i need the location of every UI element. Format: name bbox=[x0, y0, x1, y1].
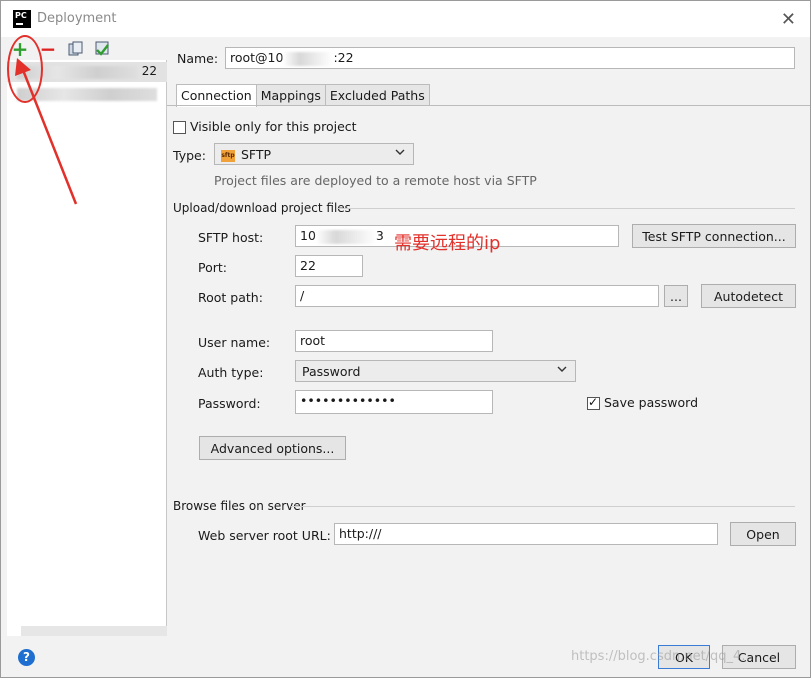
chevron-down-icon bbox=[395, 147, 405, 160]
name-label: Name: bbox=[177, 51, 219, 66]
tab-divider bbox=[167, 105, 810, 106]
annotation-text: 需要远程的ip bbox=[394, 233, 501, 254]
type-hint: Project files are deployed to a remote h… bbox=[214, 173, 537, 188]
pycharm-logo-icon: PC bbox=[13, 10, 31, 28]
upload-section-title: Upload/download project files bbox=[173, 201, 351, 215]
type-select[interactable]: sftp SFTP bbox=[214, 143, 414, 165]
visible-only-checkbox[interactable] bbox=[173, 121, 186, 134]
save-password-label: Save password bbox=[604, 395, 699, 410]
browse-section-title: Browse files on server bbox=[173, 499, 306, 513]
port-label: Port: bbox=[198, 260, 227, 275]
tab-mappings[interactable]: Mappings bbox=[255, 84, 326, 106]
name-suffix: :22 bbox=[333, 50, 354, 65]
title-bar: PC Deployment ✕ bbox=[1, 1, 810, 37]
visible-only-label: Visible only for this project bbox=[190, 119, 357, 134]
close-icon[interactable]: ✕ bbox=[781, 9, 796, 30]
watermark: https://blog.csdn.net/qq_4... bbox=[571, 649, 754, 664]
user-name-input[interactable]: root bbox=[295, 330, 493, 352]
tab-bar: Connection Mappings Excluded Paths bbox=[176, 84, 430, 107]
redacted-ip bbox=[315, 229, 376, 244]
sftp-host-prefix: 10 bbox=[300, 228, 316, 243]
sftp-host-suffix: 3 bbox=[375, 228, 384, 243]
port-input[interactable]: 22 bbox=[295, 255, 363, 277]
autodetect-button[interactable]: Autodetect bbox=[701, 284, 796, 308]
sftp-host-label: SFTP host: bbox=[198, 230, 264, 245]
chevron-down-icon bbox=[557, 364, 567, 377]
auth-type-value: Password bbox=[302, 364, 361, 379]
auth-type-label: Auth type: bbox=[198, 365, 264, 380]
deployment-dialog: PC Deployment ✕ + − 22 Name: root@10:22… bbox=[0, 0, 811, 678]
tab-connection[interactable]: Connection bbox=[176, 84, 257, 107]
redacted-ip bbox=[283, 51, 334, 66]
password-label: Password: bbox=[198, 396, 261, 411]
save-password-checkbox[interactable] bbox=[587, 395, 600, 410]
auth-type-select[interactable]: Password bbox=[295, 360, 576, 382]
annotation-arrow bbox=[15, 58, 78, 205]
window-title: Deployment bbox=[37, 11, 117, 26]
root-path-label: Root path: bbox=[198, 290, 263, 305]
root-path-input[interactable]: / bbox=[295, 285, 659, 307]
name-prefix: root@10 bbox=[230, 50, 284, 65]
web-server-root-url-label: Web server root URL: bbox=[198, 528, 331, 543]
section-divider bbox=[337, 208, 795, 209]
browse-root-path-button[interactable]: ... bbox=[664, 285, 688, 307]
set-default-server-icon[interactable] bbox=[93, 40, 111, 58]
type-value: SFTP bbox=[241, 147, 272, 162]
tab-excluded-paths[interactable]: Excluded Paths bbox=[324, 84, 430, 106]
web-server-root-url-input[interactable]: http:/// bbox=[334, 523, 718, 545]
type-label: Type: bbox=[173, 148, 206, 163]
advanced-options-button[interactable]: Advanced options... bbox=[199, 436, 346, 460]
password-input[interactable]: ••••••••••••• bbox=[295, 390, 493, 414]
test-sftp-connection-button[interactable]: Test SFTP connection... bbox=[632, 224, 796, 248]
horizontal-scrollbar[interactable] bbox=[21, 626, 167, 636]
sftp-icon: sftp bbox=[221, 149, 235, 162]
open-button[interactable]: Open bbox=[730, 522, 796, 546]
name-input[interactable]: root@10 :22 bbox=[225, 47, 795, 69]
server-list-item-suffix: 22 bbox=[141, 64, 157, 78]
help-icon[interactable]: ? bbox=[18, 649, 35, 666]
section-divider bbox=[291, 506, 795, 507]
user-name-label: User name: bbox=[198, 335, 271, 350]
